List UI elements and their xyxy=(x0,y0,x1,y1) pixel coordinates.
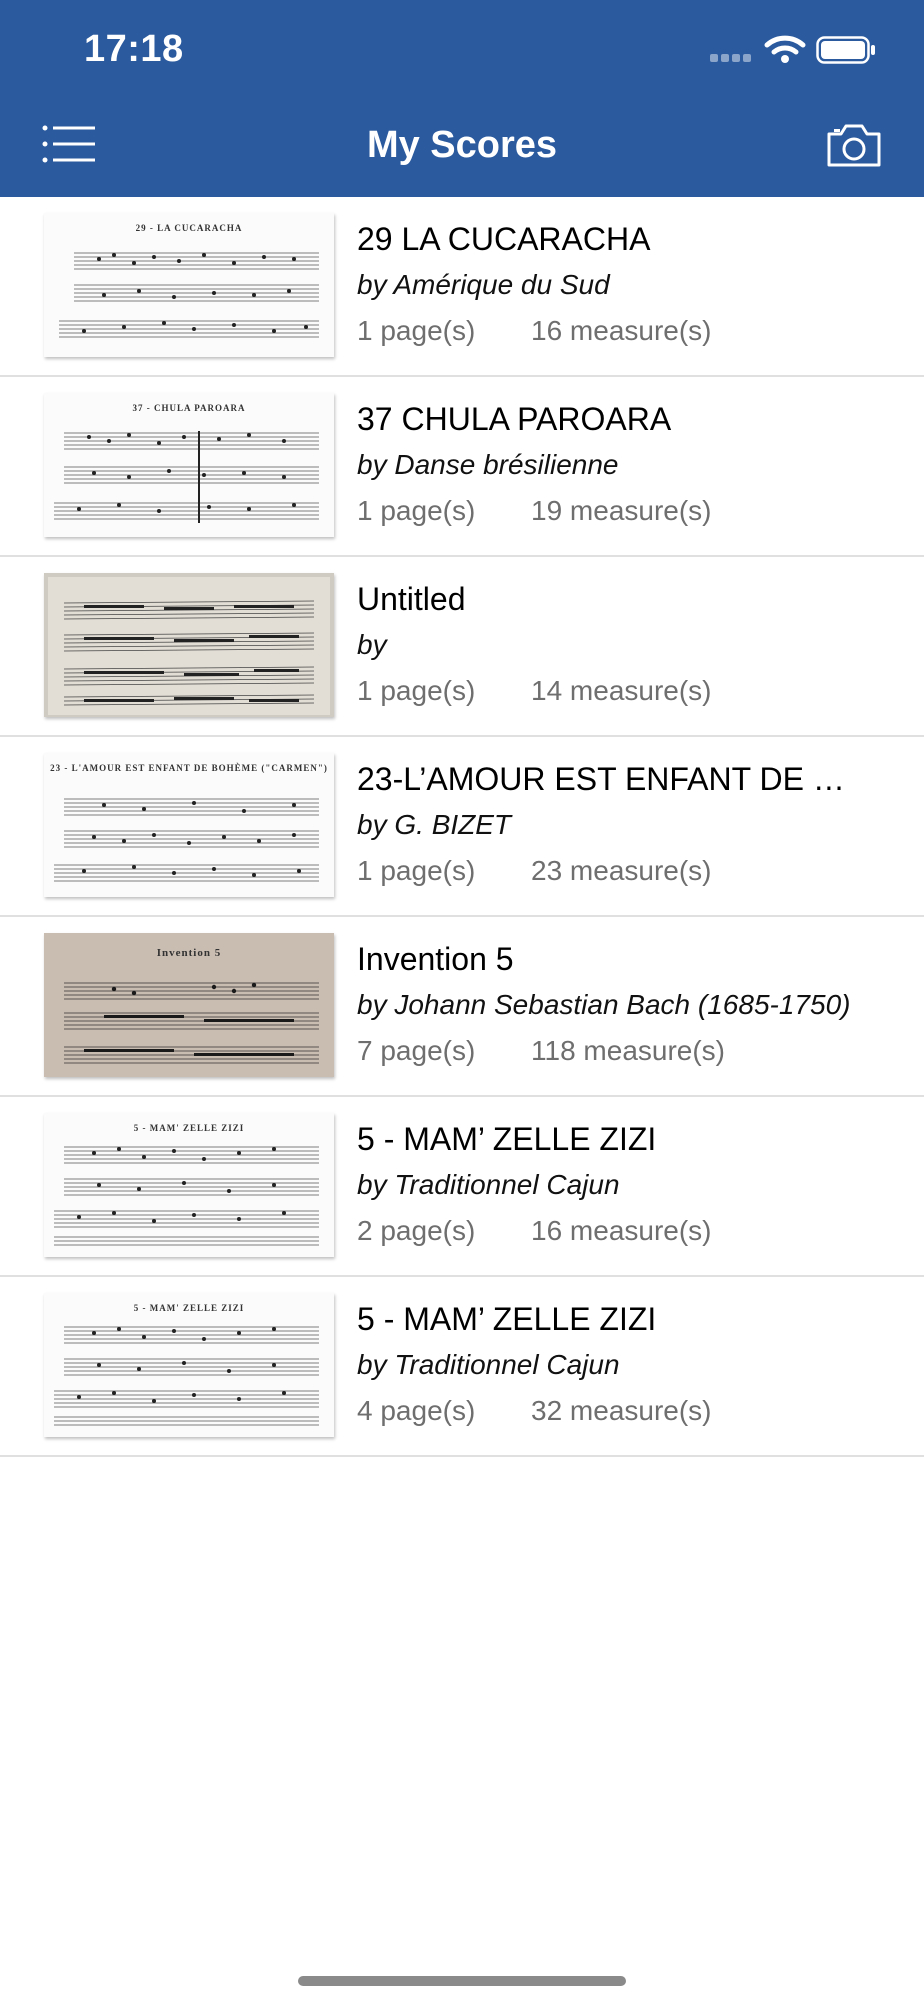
score-composer: by G. BIZET xyxy=(357,809,512,840)
score-composer: by Danse brésilienne xyxy=(357,449,619,480)
score-row[interactable]: 23 - L'AMOUR EST ENFANT DE BOHÈME ("CARM… xyxy=(0,737,924,917)
score-page-count: 1 page(s) xyxy=(357,315,476,346)
score-row[interactable]: 37 - CHULA PAROARA 37 CHULA PAROARA by D… xyxy=(0,377,924,557)
score-page-count: 4 page(s) xyxy=(357,1395,476,1426)
thumbnail-heading: 5 - MAM' ZELLE ZIZI xyxy=(133,1123,245,1133)
score-row[interactable]: Untitled by 1 page(s) 14 measure(s) xyxy=(0,557,924,737)
score-thumbnail xyxy=(44,573,334,717)
score-thumbnail: 37 - CHULA PAROARA xyxy=(44,393,334,537)
score-title: 23-L’AMOUR EST ENFANT DE BOHÈME xyxy=(357,761,857,797)
wifi-icon xyxy=(764,35,806,63)
score-title: Invention 5 xyxy=(357,941,514,977)
score-composer: by Traditionnel Cajun xyxy=(357,1349,620,1380)
score-page-count: 1 page(s) xyxy=(357,675,476,706)
battery-icon xyxy=(816,36,875,64)
score-row[interactable]: Invention 5 Invention 5 by Johann Sebast… xyxy=(0,917,924,1097)
score-thumbnail: 23 - L'AMOUR EST ENFANT DE BOHÈME ("CARM… xyxy=(44,753,334,897)
score-row[interactable]: 5 - MAM' ZELLE ZIZI 5 - MAM’ ZELLE ZIZI … xyxy=(0,1277,924,1457)
thumbnail-heading: 23 - L'AMOUR EST ENFANT DE BOHÈME ("CARM… xyxy=(50,763,328,773)
score-measure-count: 118 measure(s) xyxy=(531,1035,726,1066)
home-indicator[interactable] xyxy=(298,1976,626,1986)
score-composer: by Johann Sebastian Bach (1685-1750) xyxy=(357,989,851,1020)
thumbnail-heading: Invention 5 xyxy=(156,947,222,959)
score-thumbnail: 5 - MAM' ZELLE ZIZI xyxy=(44,1113,334,1257)
score-row[interactable]: 29 - LA CUCARACHA 29 LA CUCARACHA by Amé… xyxy=(0,197,924,377)
status-time: 17:18 xyxy=(84,28,184,70)
score-title: 5 - MAM’ ZELLE ZIZI xyxy=(357,1121,657,1157)
score-title: 5 - MAM’ ZELLE ZIZI xyxy=(357,1301,657,1337)
score-thumbnail: 29 - LA CUCARACHA xyxy=(44,213,334,357)
score-measure-count: 32 measure(s) xyxy=(531,1395,712,1426)
score-composer: by Traditionnel Cajun xyxy=(357,1169,620,1200)
camera-icon xyxy=(827,124,881,167)
score-title: 37 CHULA PAROARA xyxy=(357,401,672,437)
score-page-count: 1 page(s) xyxy=(357,855,476,886)
score-title: 29 LA CUCARACHA xyxy=(357,221,651,257)
score-thumbnail: Invention 5 xyxy=(44,933,334,1077)
score-measure-count: 23 measure(s) xyxy=(531,855,712,886)
score-measure-count: 19 measure(s) xyxy=(531,495,712,526)
score-page-count: 1 page(s) xyxy=(357,495,476,526)
score-thumbnail: 5 - MAM' ZELLE ZIZI xyxy=(44,1293,334,1437)
score-measure-count: 16 measure(s) xyxy=(531,315,712,346)
score-row[interactable]: 5 - MAM' ZELLE ZIZI 5 - MAM’ ZELLE ZIZI … xyxy=(0,1097,924,1277)
score-page-count: 2 page(s) xyxy=(357,1215,476,1246)
score-composer: by Amérique du Sud xyxy=(357,269,610,300)
score-title: Untitled xyxy=(357,581,466,617)
thumbnail-heading: 5 - MAM' ZELLE ZIZI xyxy=(133,1303,245,1313)
thumbnail-heading: 37 - CHULA PAROARA xyxy=(132,403,246,413)
cellular-signal-icon xyxy=(710,54,754,64)
score-composer: by xyxy=(357,629,387,660)
score-measure-count: 16 measure(s) xyxy=(531,1215,712,1246)
thumbnail-heading: 29 - LA CUCARACHA xyxy=(135,223,243,233)
score-measure-count: 14 measure(s) xyxy=(531,675,712,706)
camera-button[interactable] xyxy=(826,122,882,168)
score-page-count: 7 page(s) xyxy=(357,1035,476,1066)
page-title: My Scores xyxy=(366,124,558,166)
app-header: 17:18 My Scores xyxy=(0,0,924,197)
score-list: 29 - LA CUCARACHA 29 LA CUCARACHA by Amé… xyxy=(0,197,924,1457)
